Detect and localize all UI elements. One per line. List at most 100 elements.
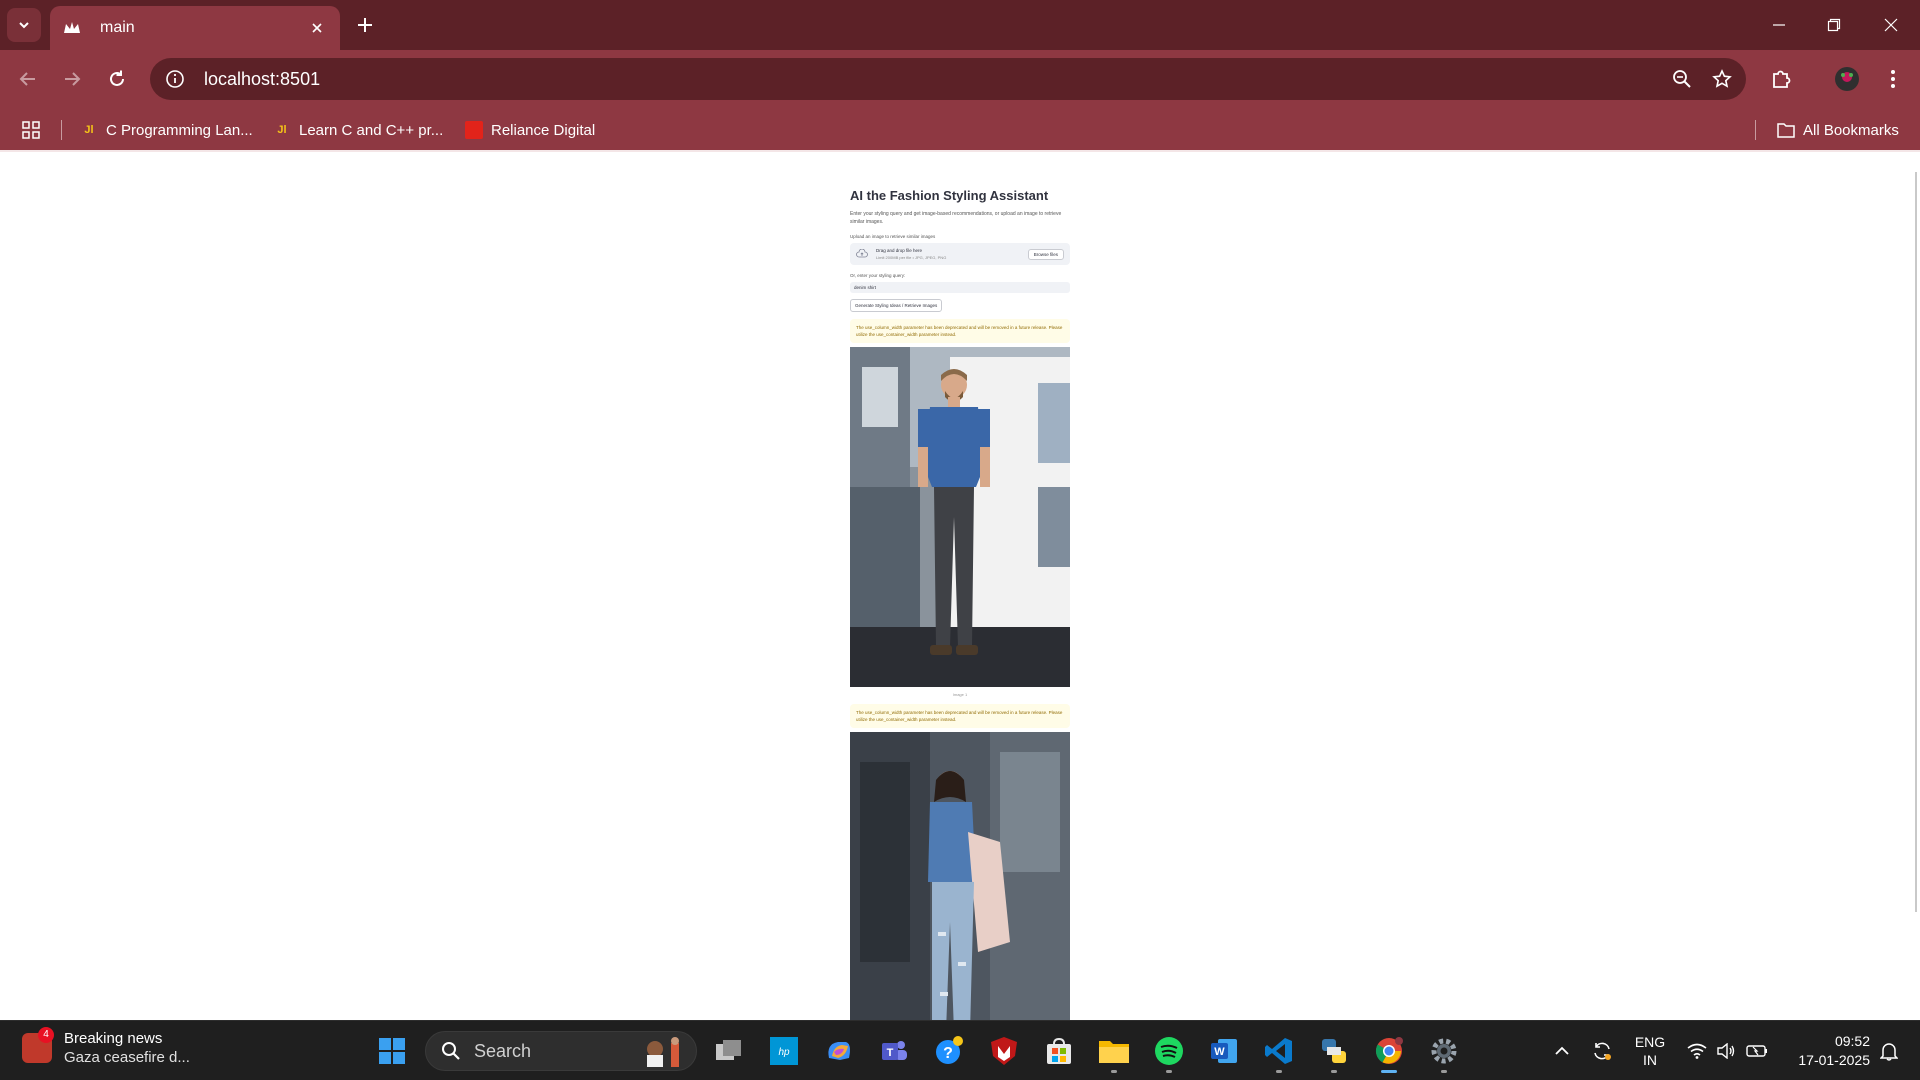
site-info-icon[interactable]: [164, 68, 186, 90]
news-widget[interactable]: 4 Breaking news Gaza ceasefire d...: [22, 1027, 190, 1066]
restore-button[interactable]: [1811, 10, 1857, 40]
chrome-icon: [1375, 1037, 1403, 1064]
vscode-icon: [1265, 1038, 1292, 1064]
news-text: Breaking news Gaza ceasefire d...: [64, 1030, 190, 1066]
reload-button[interactable]: [102, 64, 132, 94]
word-icon: W: [1211, 1039, 1237, 1063]
taskbar-app-mcafee[interactable]: [985, 1032, 1023, 1070]
news-badge: 4: [38, 1027, 54, 1043]
reliance-icon: [465, 121, 483, 139]
close-tab-icon[interactable]: [306, 17, 328, 39]
taskbar-app-word[interactable]: W: [1205, 1032, 1243, 1070]
battery-icon: [1746, 1045, 1767, 1057]
result-image-2: [850, 732, 1070, 1020]
chevron-up-icon: [1555, 1046, 1569, 1055]
bookmark-learn-c[interactable]: Jl Learn C and C++ pr...: [273, 118, 443, 142]
bookmark-label: Reliance Digital: [491, 121, 596, 139]
page-scrollbar[interactable]: [1906, 152, 1920, 1020]
taskbar-app-store[interactable]: [1040, 1032, 1078, 1070]
notifications-button[interactable]: [1874, 1031, 1904, 1071]
folder-icon: [1777, 121, 1795, 139]
taskbar-app-spotify[interactable]: [1150, 1032, 1188, 1073]
clock-time: 09:52: [1834, 1033, 1870, 1049]
bookmark-c-programming[interactable]: Jl C Programming Lan...: [80, 118, 253, 142]
streamlit-app: AI the Fashion Styling Assistant Enter y…: [850, 188, 1070, 1020]
all-bookmarks-button[interactable]: All Bookmarks: [1777, 118, 1899, 142]
sync-icon: [1594, 1042, 1611, 1060]
file-uploader[interactable]: Drag and drop file here Limit 200MB per …: [850, 243, 1070, 265]
taskbar-app-myhp[interactable]: hp: [765, 1032, 803, 1070]
profile-button[interactable]: [1832, 64, 1862, 94]
jetbrains-icon: Jl: [277, 124, 287, 136]
address-bar[interactable]: localhost:8501: [150, 58, 1746, 100]
taskbar-search[interactable]: Search: [425, 1031, 697, 1071]
extensions-button[interactable]: [1766, 64, 1796, 94]
battery-button[interactable]: [1744, 1031, 1770, 1071]
volume-button[interactable]: [1713, 1031, 1739, 1071]
sync-status-button[interactable]: [1588, 1031, 1616, 1071]
streamlit-crown-icon: [62, 18, 82, 38]
svg-text:hp: hp: [778, 1047, 790, 1058]
taskbar-app-teams[interactable]: T: [875, 1032, 913, 1070]
title-bar: main: [0, 0, 1920, 50]
taskbar-app-python[interactable]: [1315, 1032, 1353, 1073]
back-button[interactable]: [13, 64, 43, 94]
show-hidden-icons-button[interactable]: [1550, 1031, 1574, 1071]
wifi-icon: [1687, 1043, 1707, 1059]
plus-icon: [358, 18, 372, 32]
myhp-icon: hp: [770, 1037, 798, 1065]
uploader-text: Drag and drop file here Limit 200MB per …: [876, 248, 1028, 260]
python-icon: [1322, 1039, 1346, 1063]
close-window-button[interactable]: [1868, 10, 1914, 40]
clock-date: 17-01-2025: [1798, 1052, 1870, 1068]
tab-search-button[interactable]: [7, 8, 41, 42]
apps-button[interactable]: [22, 118, 40, 142]
reload-icon: [110, 70, 124, 86]
task-view-button[interactable]: [710, 1032, 748, 1070]
url-text[interactable]: localhost:8501: [204, 69, 1662, 90]
clock[interactable]: 09:52 17-01-2025: [1780, 1031, 1870, 1071]
bookmark-reliance-digital[interactable]: Reliance Digital: [465, 118, 595, 142]
browser-menu-button[interactable]: [1878, 64, 1908, 94]
forward-button[interactable]: [57, 64, 87, 94]
running-indicator: [1331, 1070, 1337, 1073]
folder-icon: [1099, 1041, 1129, 1063]
generate-button[interactable]: Generate Styling Ideas / Retrieve Images: [850, 299, 943, 312]
cloud-upload-icon: [856, 249, 868, 258]
new-tab-button[interactable]: [352, 12, 378, 38]
styling-query-input[interactable]: denim shirt: [850, 282, 1070, 293]
bookmark-label: Learn C and C++ pr...: [299, 121, 444, 139]
all-bookmarks-label: All Bookmarks: [1803, 121, 1899, 139]
deprecation-warning: The use_column_width parameter has been …: [850, 319, 1070, 343]
scrollbar-thumb[interactable]: [1915, 172, 1917, 912]
taskbar-app-get-help[interactable]: ?: [930, 1032, 968, 1070]
chevron-down-icon: [19, 22, 29, 29]
taskbar-app-vscode[interactable]: [1260, 1032, 1298, 1073]
language-indicator[interactable]: ENG IN: [1630, 1031, 1670, 1071]
taskbar-app-file-explorer[interactable]: [1095, 1032, 1133, 1073]
wifi-button[interactable]: [1684, 1031, 1710, 1071]
more-vertical-icon: [1891, 70, 1895, 88]
bookmark-label: C Programming Lan...: [106, 121, 253, 139]
restore-icon: [1827, 18, 1841, 32]
taskbar-app-settings[interactable]: [1425, 1032, 1463, 1073]
news-title: Breaking news: [64, 1030, 163, 1047]
start-button[interactable]: [373, 1032, 411, 1070]
tab-main[interactable]: main: [50, 6, 340, 50]
minimize-button[interactable]: [1756, 10, 1802, 40]
taskbar-app-copilot[interactable]: [820, 1032, 858, 1070]
bookmark-star-icon[interactable]: [1702, 59, 1742, 99]
news-icon: 4: [22, 1027, 54, 1063]
apps-grid-icon: [22, 121, 40, 139]
taskbar-app-chrome[interactable]: [1370, 1032, 1408, 1073]
tab-title: main: [100, 19, 135, 36]
page-viewport: AI the Fashion Styling Assistant Enter y…: [0, 152, 1920, 1020]
zoom-icon[interactable]: [1662, 59, 1702, 99]
result-image-1: [850, 347, 1070, 687]
minimize-icon: [1773, 24, 1785, 26]
browser-toolbar: localhost:8501: [0, 50, 1920, 108]
browse-files-button[interactable]: Browse files: [1027, 248, 1064, 260]
search-highlight-icon: [640, 1034, 690, 1068]
news-subtitle: Gaza ceasefire d...: [64, 1049, 190, 1066]
search-placeholder: Search: [474, 1040, 532, 1061]
